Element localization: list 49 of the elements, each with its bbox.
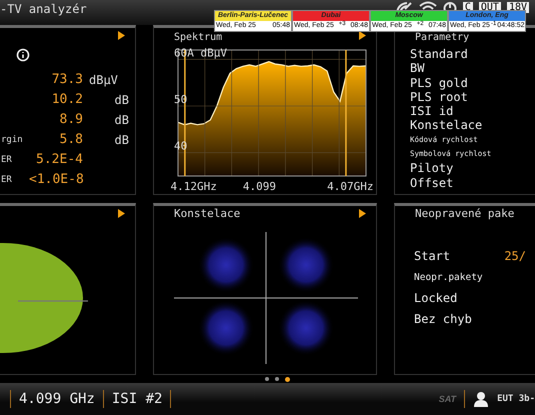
- packet-label: Bez chyb: [414, 312, 472, 326]
- measurement-value: 10.2: [50, 92, 83, 107]
- marker-line[interactable]: [345, 50, 347, 176]
- measurement-unit: dB: [114, 92, 129, 106]
- play-icon[interactable]: [118, 31, 125, 40]
- play-icon[interactable]: [359, 31, 366, 40]
- measurement-label: ER: [1, 154, 12, 164]
- panel-title: Spektrum: [174, 32, 222, 43]
- measurement-value: 5.2E-4: [35, 152, 83, 167]
- panel-title: Konstelace: [174, 207, 240, 220]
- panel-title: Parametry: [415, 32, 470, 43]
- parameter-label: Piloty: [410, 161, 454, 176]
- parameter-label: PLS root: [410, 90, 469, 104]
- axis-tick-label: 4.099: [242, 180, 276, 193]
- axis-tick-label: 4.07GHz: [327, 180, 374, 193]
- packet-value: 25/: [504, 249, 526, 263]
- logo: SAT: [438, 394, 456, 404]
- parameter-label: Konstelace: [410, 118, 484, 133]
- measurement-value: 73.3: [50, 72, 83, 87]
- page-dot[interactable]: [265, 377, 269, 381]
- user-label: EUT 3b-: [497, 394, 535, 404]
- frequency-label: 4.099 GHz: [19, 391, 95, 407]
- measurement-unit: dB: [114, 132, 129, 146]
- info-icon[interactable]: [16, 48, 30, 62]
- measurement-unit: dB: [114, 112, 129, 126]
- measurement-value: 5.8: [58, 132, 83, 147]
- page-dot[interactable]: [285, 376, 290, 382]
- panel-title: Neopravené pake: [415, 207, 514, 220]
- play-icon[interactable]: [118, 209, 125, 218]
- play-icon[interactable]: [359, 209, 366, 218]
- packet-label: Neopr.pakety: [414, 272, 483, 282]
- parameter-label: ISI id: [410, 104, 454, 118]
- parameter-label: PLS gold: [410, 76, 469, 90]
- isi-label: ISI #2: [112, 391, 162, 407]
- measurement-unit: dBµV: [89, 72, 118, 86]
- packet-label: Start: [414, 249, 450, 263]
- parameter-label: Standard: [410, 47, 469, 62]
- packet-label: Locked: [414, 291, 458, 305]
- measurement-value: <1.0E-8: [29, 172, 83, 187]
- user-icon[interactable]: [473, 391, 490, 407]
- window-title: -TV analyzér: [0, 2, 87, 18]
- marker-line[interactable]: [184, 50, 186, 176]
- measurement-value: 8.9: [58, 112, 83, 127]
- page-dot[interactable]: [275, 377, 279, 381]
- axis-tick-label: 4.12GHz: [170, 180, 217, 193]
- parameter-label: Offset: [410, 176, 454, 190]
- parameter-label: BW: [410, 61, 426, 76]
- measurement-label: ER: [1, 174, 12, 184]
- measurement-label: rgin: [1, 134, 23, 144]
